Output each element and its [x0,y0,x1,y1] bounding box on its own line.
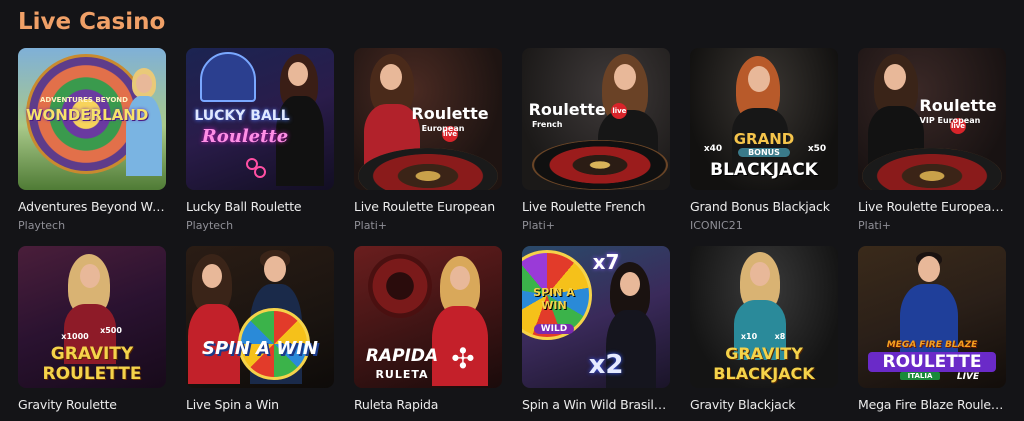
game-card-live-roulette-european-vip[interactable]: Roulette live VIP European Live Roulette… [858,48,1006,232]
game-card-lucky-ball-roulette[interactable]: LUCKY BALL Roulette Lucky Ball Roulette … [186,48,334,232]
game-thumbnail[interactable]: SPIN A WIN WILD x7 x2 [522,246,670,388]
game-provider: Plati+ [522,219,556,232]
game-provider: Playtech [18,219,66,232]
multiplier-right: x500 [100,326,122,335]
game-thumbnail[interactable]: x1000 x500 GRAVITY ROULETTE [18,246,166,388]
game-card-gravity-blackjack[interactable]: x10 x8 GRAVITY BLACKJACK Gravity Blackja… [690,246,838,417]
multiplier-bottom: x2 [588,350,624,380]
game-thumbnail[interactable]: RAPIDA RULETA ✣ [354,246,502,388]
game-logo-sub: Roulette [201,126,289,147]
game-logo: Roulette live [528,100,628,119]
game-name[interactable]: Live Roulette European ... [858,199,1006,214]
game-card-mega-fire-blaze-roulette[interactable]: MEGA FIRE BLAZE ROULETTE LIVE ITALIA Meg… [858,246,1006,417]
game-card-spin-a-win-wild-brasileiro[interactable]: SPIN A WIN WILD x7 x2 Spin a Win Wild Br… [522,246,670,417]
game-logo: Roulette live [402,104,498,142]
game-logo-sub: RULETA [375,368,429,381]
multiplier-right: x8 [774,332,786,341]
game-card-adventures-beyond-wonderland[interactable]: ADVENTURES BEYOND WONDERLAND Adventures … [18,48,166,232]
game-card-live-roulette-european[interactable]: Roulette live European Live Roulette Eur… [354,48,502,232]
game-name[interactable]: Spin a Win Wild Brasileiro [522,397,670,412]
game-card-gravity-roulette[interactable]: x1000 x500 GRAVITY ROULETTE Gravity Roul… [18,246,166,417]
game-logo-sub: WILD [534,324,574,334]
game-thumbnail[interactable]: Roulette live VIP European [858,48,1006,190]
game-thumbnail[interactable]: x40 x50 GRAND BONUS BLACKJACK [690,48,838,190]
game-logo-sub: French [532,120,563,129]
country-badge: ITALIA [900,372,940,380]
game-logo: RAPIDA [365,346,439,366]
game-provider: Plati+ [354,219,388,232]
game-thumbnail[interactable]: ADVENTURES BEYOND WONDERLAND [18,48,166,190]
game-thumbnail[interactable]: Roulette live European [354,48,502,190]
game-grid: ADVENTURES BEYOND WONDERLAND Adventures … [18,48,1006,417]
game-logo-title: Roulette [919,96,997,115]
game-logo: ROULETTE [868,352,996,372]
game-card-ruleta-rapida[interactable]: RAPIDA RULETA ✣ Ruleta Rapida [354,246,502,417]
multiplier-top: x7 [592,250,620,274]
game-thumbnail[interactable]: SPIN A WIN [186,246,334,388]
game-name[interactable]: Mega Fire Blaze Roulett... [858,397,1006,412]
game-card-grand-bonus-blackjack[interactable]: x40 x50 GRAND BONUS BLACKJACK Grand Bonu… [690,48,838,232]
game-provider: Plati+ [858,219,892,232]
game-thumbnail[interactable]: LUCKY BALL Roulette [186,48,334,190]
game-name[interactable]: Lucky Ball Roulette [186,199,334,214]
game-card-live-roulette-french[interactable]: Roulette live French Live Roulette Frenc… [522,48,670,232]
game-logo-sub: GRAND [733,130,795,148]
game-logo-sub: ADVENTURES BEYOND [40,96,128,104]
game-logo: BLACKJACK [713,364,815,383]
game-name[interactable]: Ruleta Rapida [354,397,502,412]
game-logo: BLACKJACK [710,160,818,180]
game-thumbnail[interactable]: x10 x8 GRAVITY BLACKJACK [690,246,838,388]
game-logo-sub: MEGA FIRE BLAZE [886,340,978,350]
game-logo-title: Roulette [411,104,489,123]
game-logo-sub: GRAVITY [50,344,134,364]
game-logo: SPIN A WIN [202,338,318,359]
game-name[interactable]: Live Roulette French [522,199,670,214]
game-logo-sub: VIP European [919,116,981,125]
game-logo: WONDERLAND [26,106,149,124]
flower-emblem-icon: ✣ [451,342,475,375]
game-name[interactable]: Adventures Beyond Wo... [18,199,166,214]
live-badge: live [611,102,628,119]
game-name[interactable]: Live Spin a Win [186,397,334,412]
game-thumbnail[interactable]: Roulette live French [522,48,670,190]
game-logo-sub: GRAVITY [725,344,803,363]
multiplier-left: x10 [740,332,758,341]
game-name[interactable]: Grand Bonus Blackjack [690,199,838,214]
game-name[interactable]: Gravity Blackjack [690,397,838,412]
game-thumbnail[interactable]: MEGA FIRE BLAZE ROULETTE LIVE ITALIA [858,246,1006,388]
game-logo: Roulette live [910,96,1006,134]
game-provider: Playtech [186,219,234,232]
game-provider: ICONIC21 [690,219,743,232]
game-logo: LUCKY BALL [194,108,290,124]
game-name[interactable]: Gravity Roulette [18,397,166,412]
game-logo-mid: BONUS [738,148,790,157]
game-logo-title: Roulette [528,100,606,119]
game-name[interactable]: Live Roulette European [354,199,502,214]
game-logo: SPIN A WIN [533,286,575,312]
game-card-live-spin-a-win[interactable]: SPIN A WIN Live Spin a Win [186,246,334,417]
game-logo-mid: LIVE [956,372,980,382]
multiplier-left: x1000 [61,332,89,341]
game-logo: ROULETTE [42,364,142,384]
game-logo-sub: European [421,124,465,133]
section-title: Live Casino [18,9,166,35]
